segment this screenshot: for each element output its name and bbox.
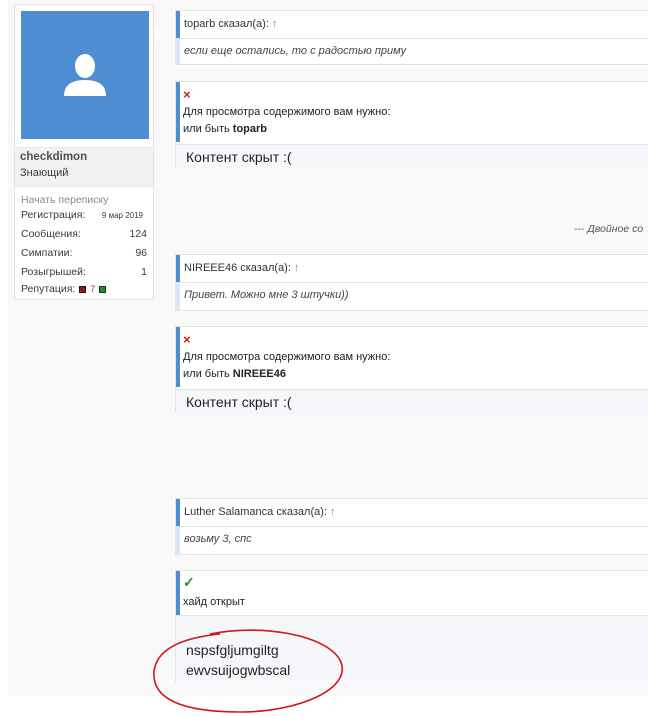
double-post-separator: --- Двойное со bbox=[574, 223, 644, 235]
quote-body-bar bbox=[176, 282, 180, 310]
stat-likes: Симпатии: 96 bbox=[21, 247, 149, 259]
go-to-quote-icon[interactable]: ↑ bbox=[330, 506, 336, 518]
hide-block: × Для просмотра содержимого вам нужно: и… bbox=[175, 81, 648, 169]
hide-accent-bar bbox=[176, 327, 180, 387]
user-info-panel: checkdimon Знающий Начать переписку Реги… bbox=[14, 4, 162, 300]
username-link[interactable]: checkdimon bbox=[20, 151, 87, 163]
quote-accent-bar bbox=[176, 499, 180, 526]
stat-value: 9 мар 2019 bbox=[101, 211, 143, 220]
hide-prefix: или быть bbox=[183, 368, 233, 380]
stat-value: 96 bbox=[135, 247, 147, 259]
quote-block: Luther Salamanca сказал(а): ↑ возьму 3, … bbox=[175, 498, 648, 555]
hide-prefix: или быть bbox=[183, 123, 233, 135]
quote-author-link[interactable]: toparb сказал(а): bbox=[184, 18, 269, 30]
hidden-content-text: Контент скрыт :( bbox=[186, 394, 292, 410]
stat-messages: Сообщения: 124 bbox=[21, 228, 149, 240]
stat-label: Розыгрышей: bbox=[21, 266, 86, 278]
stat-value[interactable]: 124 bbox=[129, 228, 147, 240]
hide-requirement-user: или быть toparb bbox=[183, 123, 267, 135]
hide-open-text: хайд открыт bbox=[183, 596, 245, 608]
red-annotation-circle bbox=[153, 629, 343, 713]
avatar-pointer bbox=[154, 27, 162, 43]
go-to-quote-icon[interactable]: ↑ bbox=[272, 18, 278, 30]
hide-accent-bar bbox=[176, 571, 180, 615]
hide-user-link[interactable]: NIREEE46 bbox=[233, 368, 286, 380]
hide-block: × Для просмотра содержимого вам нужно: и… bbox=[175, 326, 648, 414]
stat-label: Симпатии: bbox=[21, 247, 73, 259]
hidden-content-area: Контент скрыт :( bbox=[176, 144, 648, 169]
reputation-plus-icon[interactable] bbox=[99, 285, 107, 293]
locked-cross-icon: × bbox=[183, 87, 191, 102]
quote-block: toparb сказал(а): ↑ если еще остались, т… bbox=[175, 10, 648, 65]
stat-label: Регистрация: bbox=[21, 209, 86, 221]
stat-label: Сообщения: bbox=[21, 228, 81, 240]
quote-text: Привет. Можно мне 3 штучки)) bbox=[184, 289, 349, 301]
reputation-minus-icon[interactable] bbox=[79, 285, 87, 293]
hide-requirement-text: Для просмотра содержимого вам нужно: bbox=[183, 106, 391, 118]
locked-cross-icon: × bbox=[183, 332, 191, 347]
quote-text: если еще остались, то с радостью приму bbox=[184, 45, 407, 57]
quote-body-bar bbox=[176, 38, 180, 64]
stat-registration: Регистрация: 9 мар 2019 bbox=[21, 209, 149, 221]
go-to-quote-icon[interactable]: ↑ bbox=[294, 262, 300, 274]
hide-requirement-user: или быть NIREEE46 bbox=[183, 368, 286, 380]
quote-author-link[interactable]: Luther Salamanca сказал(а): bbox=[184, 506, 327, 518]
reputation-value: 7 bbox=[90, 284, 96, 294]
quote-author-link[interactable]: NIREEE46 сказал(а): bbox=[184, 262, 291, 274]
quote-header: Luther Salamanca сказал(а): ↑ bbox=[176, 499, 648, 527]
stat-label: Репутация: bbox=[21, 283, 76, 295]
user-title: Знающий bbox=[20, 167, 69, 179]
quote-text: возьму 3, спс bbox=[184, 533, 252, 545]
quote-accent-bar bbox=[176, 11, 180, 38]
quote-accent-bar bbox=[176, 255, 180, 282]
hidden-content-area: Контент скрыт :( bbox=[176, 389, 648, 414]
user-silhouette-icon bbox=[64, 54, 106, 96]
hide-accent-bar bbox=[176, 82, 180, 142]
hide-requirement-text: Для просмотра содержимого вам нужно: bbox=[183, 351, 391, 363]
hidden-content-text: Контент скрыт :( bbox=[186, 149, 292, 165]
stat-giveaways: Розыгрышей: 1 bbox=[21, 266, 149, 278]
stat-reputation: Репутация: 7 bbox=[21, 283, 149, 295]
stat-value: 1 bbox=[141, 266, 147, 278]
quote-header: toparb сказал(а): ↑ bbox=[176, 11, 648, 39]
quote-header: NIREEE46 сказал(а): ↑ bbox=[176, 255, 648, 283]
quote-block: NIREEE46 сказал(а): ↑ Привет. Можно мне … bbox=[175, 254, 648, 311]
quote-body-bar bbox=[176, 526, 180, 554]
start-conversation-link[interactable]: Начать переписку bbox=[21, 194, 108, 206]
avatar[interactable] bbox=[21, 11, 149, 139]
hide-user-link[interactable]: toparb bbox=[233, 123, 267, 135]
unlocked-check-icon: ✓ bbox=[183, 574, 195, 590]
